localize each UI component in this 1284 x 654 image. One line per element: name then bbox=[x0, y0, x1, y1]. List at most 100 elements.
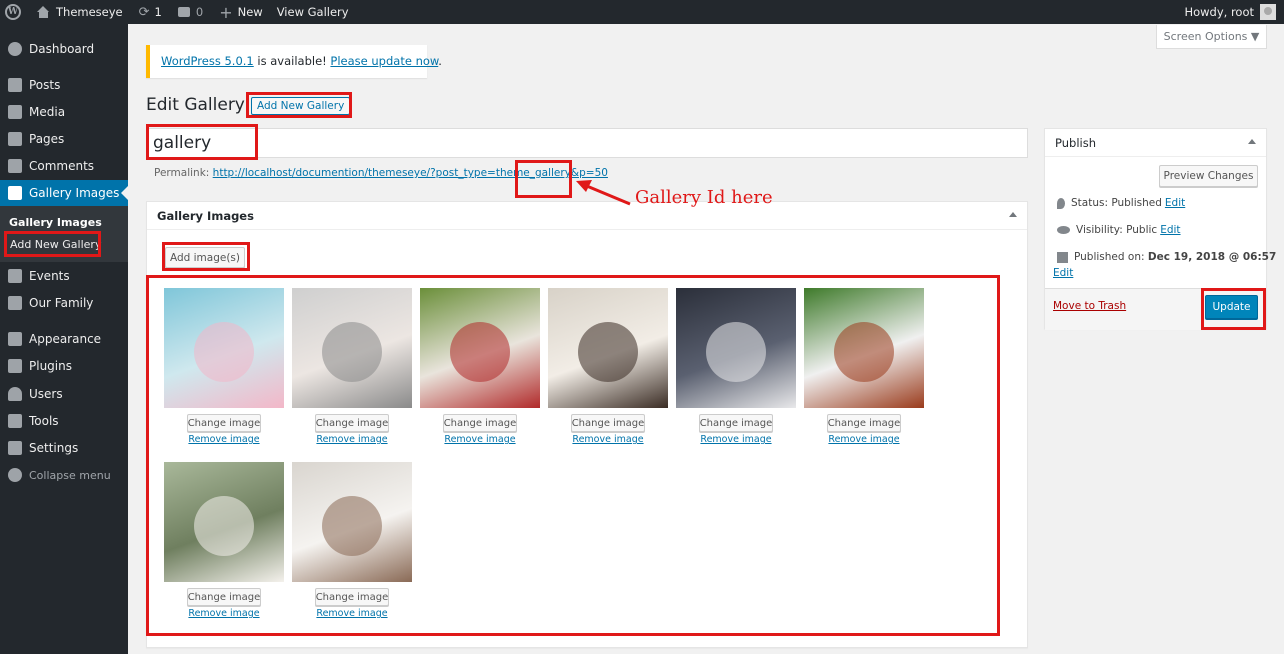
permalink-label: Permalink: bbox=[154, 167, 210, 179]
sidebar-item-users[interactable]: Users bbox=[0, 381, 128, 407]
tag-icon bbox=[8, 269, 22, 283]
sidebar-item-appearance[interactable]: Appearance bbox=[0, 326, 128, 352]
toggle-arrow-icon[interactable] bbox=[1248, 139, 1256, 144]
sidebar-item-label: Tools bbox=[29, 414, 59, 428]
gallery-thumbnail bbox=[292, 288, 412, 408]
edit-date-link[interactable]: Edit bbox=[1053, 267, 1073, 279]
remove-image-link[interactable]: Remove image bbox=[420, 434, 540, 445]
admin-bar: W Themeseye ⟳ 1 0 + New View Gallery How… bbox=[0, 0, 1284, 24]
published-label: Published on: bbox=[1074, 251, 1145, 263]
comment-icon bbox=[8, 159, 22, 173]
sidebar-item-media[interactable]: Media bbox=[0, 99, 128, 125]
sidebar-item-comments[interactable]: Comments bbox=[0, 153, 128, 179]
sidebar-item-dashboard[interactable]: Dashboard bbox=[0, 36, 128, 62]
sidebar-item-tools[interactable]: Tools bbox=[0, 408, 128, 434]
sidebar-item-posts[interactable]: Posts bbox=[0, 72, 128, 98]
sidebar-item-label: Plugins bbox=[29, 359, 72, 373]
sidebar-item-pages[interactable]: Pages bbox=[0, 126, 128, 152]
edit-status-link[interactable]: Edit bbox=[1165, 197, 1185, 209]
change-image-button[interactable]: Change image bbox=[187, 588, 261, 606]
change-image-button[interactable]: Change image bbox=[315, 414, 389, 432]
view-gallery-link[interactable]: View Gallery bbox=[271, 0, 355, 24]
sidebar-item-label: Events bbox=[29, 269, 70, 283]
sidebar-item-our-family[interactable]: Our Family bbox=[0, 290, 128, 316]
new-content-link[interactable]: + New bbox=[213, 0, 269, 24]
gallery-thumbnail bbox=[164, 288, 284, 408]
published-edit-row: Edit bbox=[1053, 267, 1073, 279]
move-to-trash-link[interactable]: Move to Trash bbox=[1053, 300, 1126, 312]
pages-icon bbox=[8, 132, 22, 146]
dashboard-icon bbox=[8, 42, 22, 56]
visibility-row: Visibility: Public Edit bbox=[1057, 224, 1181, 236]
change-image-button[interactable]: Change image bbox=[315, 588, 389, 606]
comments-link[interactable]: 0 bbox=[172, 0, 209, 24]
howdy-text: Howdy, root bbox=[1184, 5, 1254, 19]
pin-icon bbox=[1057, 197, 1065, 209]
sidebar-item-settings[interactable]: Settings bbox=[0, 435, 128, 461]
comment-bubble-icon bbox=[177, 7, 190, 17]
gallery-thumbnail bbox=[548, 288, 668, 408]
photo-subject bbox=[450, 322, 510, 382]
wordpress-version-link[interactable]: WordPress 5.0.1 bbox=[161, 54, 254, 68]
add-images-button[interactable]: Add image(s) bbox=[165, 247, 245, 268]
preview-changes-button[interactable]: Preview Changes bbox=[1159, 165, 1258, 187]
change-image-button[interactable]: Change image bbox=[699, 414, 773, 432]
remove-image-link[interactable]: Remove image bbox=[292, 608, 412, 619]
status-value: Published bbox=[1111, 197, 1162, 209]
post-title-input[interactable]: gallery bbox=[146, 128, 1028, 158]
user-icon bbox=[8, 387, 22, 401]
toggle-arrow-icon[interactable] bbox=[1009, 212, 1017, 217]
photo-subject bbox=[194, 322, 254, 382]
visibility-value: Public bbox=[1126, 224, 1158, 236]
settings-icon bbox=[8, 441, 22, 455]
remove-image-link[interactable]: Remove image bbox=[292, 434, 412, 445]
collapse-menu-button[interactable]: Collapse menu bbox=[0, 462, 128, 488]
change-image-button[interactable]: Change image bbox=[443, 414, 517, 432]
photo-subject bbox=[706, 322, 766, 382]
paintbrush-icon bbox=[8, 332, 22, 346]
published-on-row: Published on: Dec 19, 2018 @ 06:57 bbox=[1057, 251, 1276, 263]
remove-image-link[interactable]: Remove image bbox=[164, 434, 284, 445]
sidebar-item-label: Our Family bbox=[29, 296, 94, 310]
sidebar-item-events[interactable]: Events bbox=[0, 263, 128, 289]
remove-image-link[interactable]: Remove image bbox=[548, 434, 668, 445]
change-image-button[interactable]: Change image bbox=[187, 414, 261, 432]
sidebar-item-gallery-images[interactable]: Gallery Images bbox=[0, 180, 128, 206]
remove-image-link[interactable]: Remove image bbox=[804, 434, 924, 445]
visibility-label: Visibility: bbox=[1076, 224, 1123, 236]
status-label: Status: bbox=[1071, 197, 1108, 209]
change-image-button[interactable]: Change image bbox=[571, 414, 645, 432]
sidebar-item-label: Media bbox=[29, 105, 66, 119]
status-row: Status: Published Edit bbox=[1057, 197, 1185, 209]
update-now-link[interactable]: Please update now bbox=[330, 54, 438, 68]
account-menu[interactable]: Howdy, root bbox=[1178, 0, 1284, 24]
graduation-cap-icon bbox=[8, 296, 22, 310]
collapse-menu-label: Collapse menu bbox=[29, 468, 111, 482]
notice-end: . bbox=[438, 54, 442, 68]
published-value: Dec 19, 2018 @ 06:57 bbox=[1147, 251, 1277, 263]
wp-logo-menu[interactable]: W bbox=[0, 0, 31, 24]
submenu-add-new-gallery[interactable]: Add New Gallery bbox=[10, 238, 101, 251]
sidebar-item-plugins[interactable]: Plugins bbox=[0, 353, 128, 379]
publish-header[interactable]: Publish bbox=[1045, 129, 1266, 157]
add-new-gallery-button[interactable]: Add New Gallery bbox=[251, 97, 351, 115]
remove-image-link[interactable]: Remove image bbox=[164, 608, 284, 619]
sidebar-item-label: Dashboard bbox=[29, 42, 95, 56]
sidebar-item-label: Posts bbox=[29, 78, 61, 92]
edit-visibility-link[interactable]: Edit bbox=[1160, 224, 1180, 236]
gallery-submenu: Gallery Images Add New Gallery bbox=[0, 206, 128, 262]
eye-icon bbox=[1057, 226, 1070, 234]
sidebar-item-label: Comments bbox=[29, 159, 95, 173]
change-image-button[interactable]: Change image bbox=[827, 414, 901, 432]
remove-image-link[interactable]: Remove image bbox=[676, 434, 796, 445]
avatar bbox=[1260, 4, 1276, 20]
sidebar-item-label: Pages bbox=[29, 132, 65, 146]
gallery-icon bbox=[8, 186, 22, 200]
permalink-url[interactable]: http://localhost/documention/themeseye/?… bbox=[213, 167, 608, 179]
refresh-icon: ⟳ bbox=[138, 4, 150, 20]
updates-link[interactable]: ⟳ 1 bbox=[133, 0, 168, 24]
submenu-gallery-images[interactable]: Gallery Images bbox=[9, 216, 102, 229]
screen-options-toggle[interactable]: Screen Options ▼ bbox=[1156, 25, 1267, 49]
site-name-link[interactable]: Themeseye bbox=[31, 0, 129, 24]
update-button[interactable]: Update bbox=[1205, 295, 1258, 319]
